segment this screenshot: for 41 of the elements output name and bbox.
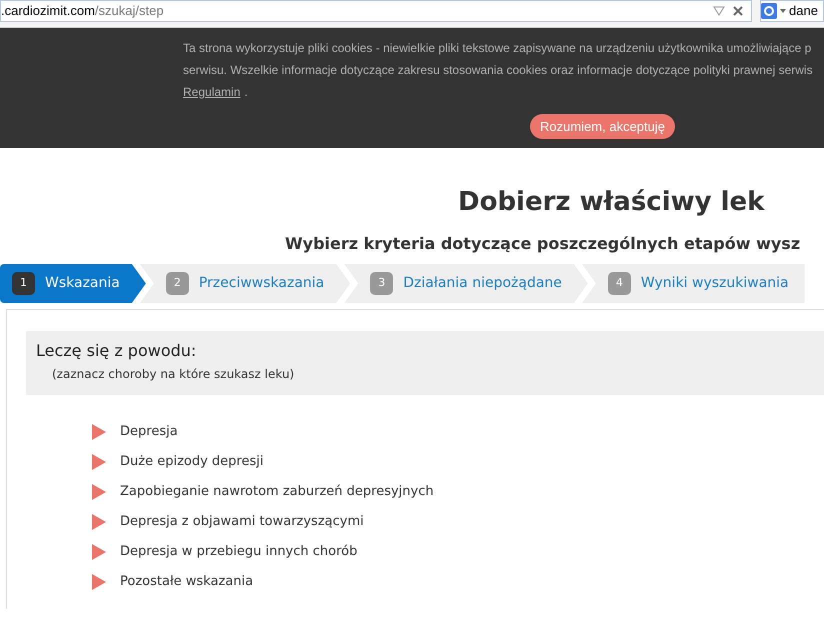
triangle-icon <box>92 574 106 590</box>
condition-item[interactable]: Zapobieganie nawrotom zaburzeń depresyjnych <box>120 482 434 502</box>
step-number: 1 <box>12 272 35 295</box>
condition-item[interactable]: Depresja <box>120 422 178 442</box>
condition-item[interactable]: Pozostałe wskazania <box>120 572 254 592</box>
close-icon[interactable] <box>733 6 743 16</box>
cookie-text-end: . <box>244 84 248 100</box>
step-label: Wyniki wyszukiwania <box>640 274 789 293</box>
regulamin-link[interactable]: Regulamin <box>183 84 240 100</box>
step-label: Działania niepożądane <box>403 274 562 293</box>
url-path: /szukaj/step <box>94 2 164 20</box>
triangle-icon <box>92 424 106 440</box>
address-field[interactable]: .cardiozimit.com/szukaj/step <box>0 0 752 22</box>
cookie-text: serwisu. Wszelkie informacje dotyczące zakresu stosowania cookies oraz informacje dotyczące polityki prawnej serwis <box>183 62 813 78</box>
step-label: Wskazania <box>45 274 120 293</box>
cookie-text: Ta strona wykorzystuje pliki cookies - niewielkie pliki tekstowe zapisywane na urządzeniu użytkownika umożliwiające p <box>183 40 812 56</box>
step-tab[interactable]: 3 Działania niepożądane <box>344 264 588 303</box>
step-tab[interactable]: 1 Wskazania <box>0 264 146 303</box>
triangle-icon <box>92 544 106 560</box>
step-tab[interactable]: 2 Przeciwwskazania <box>140 264 350 303</box>
step-number: 4 <box>608 272 631 295</box>
step-number: 3 <box>370 272 394 295</box>
section-title: Leczę się z powodu: <box>36 341 198 361</box>
condition-item[interactable]: Depresja z objawami towarzyszącymi <box>120 512 364 532</box>
page-title: Dobierz właściwy lek <box>458 186 766 219</box>
triangle-icon <box>92 484 106 500</box>
step-number: 2 <box>166 272 189 295</box>
page-subtitle: Wybierz kryteria dotyczące poszczególnych etapów wysz <box>285 233 802 255</box>
condition-item[interactable]: Duże epizody depresji <box>120 452 264 472</box>
browser-search-field[interactable]: dane <box>760 0 824 22</box>
condition-item[interactable]: Depresja w przebiegu innych chorób <box>120 542 358 562</box>
search-engine-icon[interactable] <box>761 2 777 18</box>
dropdown-icon[interactable] <box>713 6 725 16</box>
triangle-icon <box>92 514 106 530</box>
search-value: dane <box>789 2 818 20</box>
step-tab[interactable]: 4 Wyniki wyszukiwania <box>582 264 805 303</box>
caret-icon <box>780 8 786 12</box>
step-label: Przeciwwskazania <box>198 274 324 293</box>
url-domain: .cardiozimit.com <box>1 2 95 20</box>
section-hint: (zaznacz choroby na które szukasz leku) <box>52 366 296 383</box>
triangle-icon <box>92 454 106 470</box>
